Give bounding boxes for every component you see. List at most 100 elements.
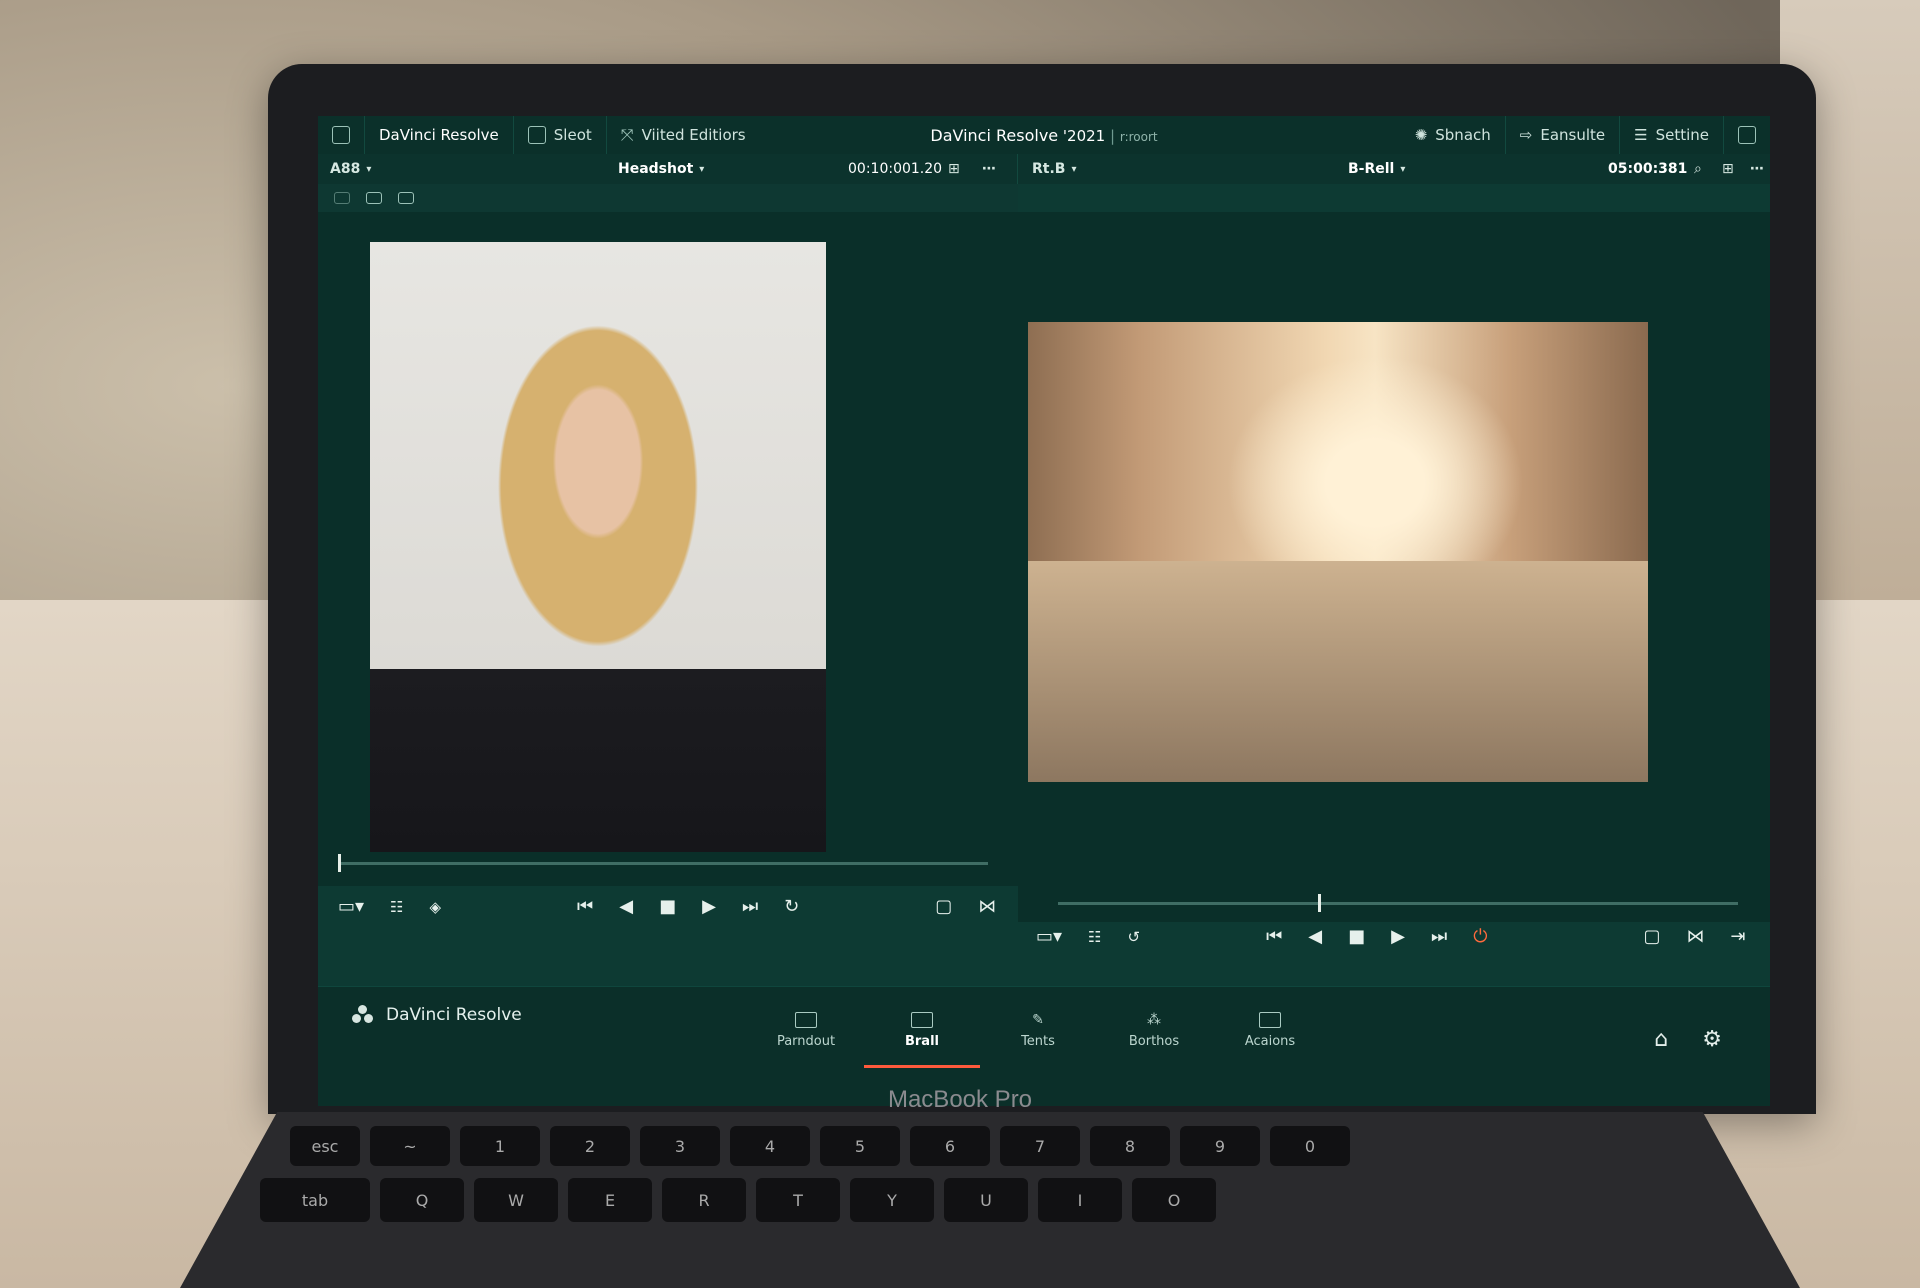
skip-forward-icon[interactable]: ⏭: [1431, 926, 1447, 947]
app-title-sub: r:roort: [1119, 130, 1158, 144]
image-icon: [527, 126, 546, 144]
match-frame-icon[interactable]: ⋈: [978, 896, 996, 917]
tab-label: Viited Editiors: [641, 126, 746, 144]
step-back-icon[interactable]: ◀: [619, 896, 633, 917]
tab-davinci-resolve[interactable]: DaVinci Resolve: [365, 116, 514, 154]
key: 9: [1180, 1126, 1260, 1166]
footer-brand: DaVinci Resolve: [352, 1005, 522, 1025]
bin-dropdown[interactable]: A88 ▾: [330, 161, 371, 177]
timecode: 00:10:001.20: [848, 161, 943, 177]
key: W: [474, 1178, 558, 1222]
tab-label: Acaions: [1244, 1033, 1296, 1049]
tab-label: Brall: [904, 1033, 939, 1049]
headshot-frame: [370, 242, 826, 852]
search-icon[interactable]: ⌕: [1694, 161, 1702, 177]
list-icon[interactable]: ☷: [1088, 928, 1101, 946]
list-icon[interactable]: ☷: [390, 898, 403, 916]
left-toolstrip: [318, 184, 1018, 212]
clip-dropdown[interactable]: B-Rell ▾: [1348, 161, 1405, 177]
panel-icon: [1738, 126, 1756, 144]
stack-icon[interactable]: [366, 192, 382, 204]
mark-out-icon[interactable]: ⇥: [1730, 926, 1745, 947]
nodes-icon: ⤧: [620, 125, 634, 144]
sbnach-button[interactable]: ✺ Sbnach: [1401, 116, 1506, 154]
clip-name: B-Rell: [1348, 161, 1395, 177]
media-icon: [795, 1011, 817, 1028]
clip-icon[interactable]: ▢: [1643, 926, 1660, 947]
key: T: [756, 1178, 840, 1222]
device-label: MacBook Pro: [887, 1086, 1033, 1113]
left-viewer[interactable]: [318, 212, 1019, 886]
view-mode-icon[interactable]: ▭▾: [1036, 926, 1062, 947]
cut-icon: [911, 1011, 933, 1028]
keyboard: esc ~ 1 2 3 4 5 6 7 8 9 0 tab Q W E R T …: [180, 1112, 1800, 1288]
eansulte-button[interactable]: ⇨ Eansulte: [1506, 116, 1621, 154]
project-manager-icon[interactable]: ⌂: [1654, 1027, 1668, 1052]
tab-acaions[interactable]: Acaions: [1212, 995, 1328, 1065]
key: R: [662, 1178, 746, 1222]
stop-icon[interactable]: ■: [659, 896, 676, 917]
menu-icon: ☰: [1634, 126, 1648, 144]
skip-forward-icon[interactable]: ⏭: [742, 896, 758, 917]
tab-brall[interactable]: Brall: [864, 995, 980, 1068]
gear-icon[interactable]: ⚙: [1702, 1027, 1722, 1052]
key: 3: [640, 1126, 720, 1166]
page-tabs: Parndout Brall ✎ Tents ⁂ Borthos Acaions: [748, 995, 1328, 1068]
key: ~: [370, 1126, 450, 1166]
key-row-2: tab Q W E R T Y U I O: [260, 1178, 1216, 1222]
left-scrubber[interactable]: [338, 862, 988, 865]
audio-icon[interactable]: ↺: [1128, 928, 1141, 946]
more-icon[interactable]: ⋯: [1750, 161, 1764, 177]
tab-parndout[interactable]: Parndout: [748, 995, 864, 1065]
play-icon[interactable]: ▶: [702, 896, 716, 917]
add-icon[interactable]: ⊞: [1722, 161, 1734, 177]
right-playhead[interactable]: [1318, 894, 1321, 912]
deliver-icon: [1259, 1011, 1281, 1028]
skip-back-icon[interactable]: ⏮: [577, 896, 593, 917]
chevron-down-icon: ▾: [366, 163, 372, 175]
step-back-icon[interactable]: ◀: [1308, 926, 1322, 947]
layout-button[interactable]: [318, 116, 365, 154]
key: I: [1038, 1178, 1122, 1222]
tab-viited-editiors[interactable]: ⤧ Viited Editiors: [607, 116, 760, 154]
audio-icon[interactable]: ◈: [430, 898, 442, 916]
tab-label: DaVinci Resolve: [379, 126, 499, 144]
key: 2: [550, 1126, 630, 1166]
clip-dropdown[interactable]: Headshot ▾: [618, 161, 704, 177]
tab-borthos[interactable]: ⁂ Borthos: [1096, 995, 1212, 1065]
chevron-down-icon: ▾: [699, 163, 705, 175]
loop-icon[interactable]: ⏻: [1473, 926, 1487, 947]
more-icon[interactable]: ⋯: [982, 161, 996, 177]
grid-icon[interactable]: [334, 192, 350, 204]
street-frame: [1028, 322, 1648, 782]
loop-icon[interactable]: ↻: [784, 896, 799, 917]
film-icon[interactable]: [398, 192, 414, 204]
share-icon: ⇨: [1519, 126, 1533, 144]
stop-icon[interactable]: ■: [1348, 926, 1365, 947]
key: 0: [1270, 1126, 1350, 1166]
clip-icon[interactable]: ▢: [935, 896, 952, 917]
add-icon[interactable]: ⊞: [948, 161, 960, 177]
tab-sleot[interactable]: Sleot: [514, 116, 607, 154]
right-scrubber[interactable]: [1058, 902, 1738, 905]
key: 7: [1000, 1126, 1080, 1166]
tab-tents[interactable]: ✎ Tents: [980, 995, 1096, 1065]
key: esc: [290, 1126, 360, 1166]
left-playhead[interactable]: [338, 854, 341, 872]
key: U: [944, 1178, 1028, 1222]
settine-button[interactable]: ☰ Settine: [1620, 116, 1724, 154]
bin-dropdown[interactable]: Rt.B ▾: [1032, 161, 1077, 177]
tab-label: Parndout: [776, 1033, 836, 1049]
play-icon[interactable]: ▶: [1391, 926, 1405, 947]
chevron-down-icon: ▾: [1071, 163, 1077, 175]
view-mode-icon[interactable]: ▭▾: [338, 896, 364, 917]
skip-back-icon[interactable]: ⏮: [1266, 926, 1282, 947]
panel-toggle-button[interactable]: [1724, 116, 1770, 154]
left-viewer-header: A88 ▾ Headshot ▾ 00:10:001.20 ⊞ ⋯: [318, 154, 1018, 184]
button-label: Eansulte: [1540, 126, 1606, 144]
match-frame-icon[interactable]: ⋈: [1686, 926, 1704, 947]
right-transport: ▭▾ ☷ ↺ ⏮ ◀ ■ ▶ ⏭ ⏻ ▢ ⋈ ⇥: [1036, 926, 1756, 947]
right-viewer[interactable]: [1018, 212, 1770, 922]
app-title-suffix: '2021: [1062, 127, 1106, 145]
top-right-actions: ✺ Sbnach ⇨ Eansulte ☰ Settine: [1401, 116, 1770, 154]
